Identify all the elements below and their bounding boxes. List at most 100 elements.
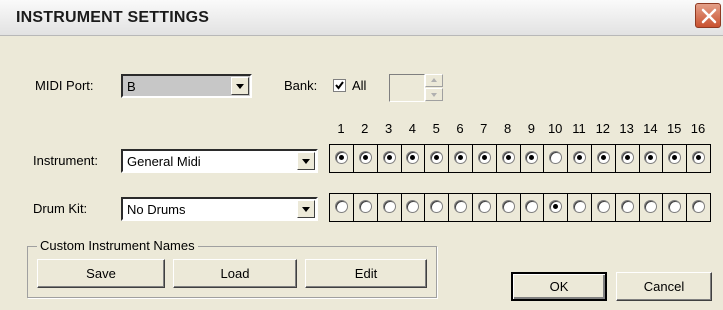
cancel-button-label: Cancel xyxy=(643,279,685,294)
save-button[interactable]: Save xyxy=(37,259,165,288)
instrument-channel-radio-14[interactable] xyxy=(644,151,658,164)
bank-all-checkbox[interactable] xyxy=(333,79,346,92)
instrument-channel-radio-13[interactable] xyxy=(620,151,634,164)
channel-number: 8 xyxy=(503,121,512,136)
drum-kit-channel-radio-5[interactable] xyxy=(430,200,444,213)
bank-all-label: All xyxy=(352,78,367,93)
drum-kit-channel-cell xyxy=(354,194,378,221)
drum-kit-channel-cell xyxy=(663,194,688,221)
instrument-channel-cell xyxy=(425,145,450,172)
ok-button[interactable]: OK xyxy=(511,272,607,301)
drum-kit-channel-cell xyxy=(568,194,592,221)
save-button-label: Save xyxy=(86,266,116,281)
drum-kit-channel-radio-13[interactable] xyxy=(620,200,634,213)
instrument-channel-cell xyxy=(687,145,711,172)
drum-kit-channel-radio-3[interactable] xyxy=(382,200,396,213)
channel-number: 9 xyxy=(527,121,535,136)
drum-kit-channel-radio-8[interactable] xyxy=(501,200,515,213)
edit-button-label: Edit xyxy=(354,266,378,281)
instrument-channel-radio-16[interactable] xyxy=(692,151,705,164)
drum-kit-channel-radio-9[interactable] xyxy=(525,200,539,213)
drum-kit-channel-cell xyxy=(473,194,497,221)
instrument-channel-radio-7[interactable] xyxy=(477,151,491,164)
drum-kit-channel-radio-11[interactable] xyxy=(573,200,586,213)
load-button[interactable]: Load xyxy=(173,259,297,288)
bank-spinner[interactable] xyxy=(425,74,443,102)
custom-names-legend: Custom Instrument Names xyxy=(37,238,198,253)
instrument-channel-radio-11[interactable] xyxy=(573,151,586,164)
instrument-channel-cell xyxy=(354,145,378,172)
chevron-down-icon[interactable] xyxy=(231,77,249,95)
drum-kit-channel-cell xyxy=(520,194,545,221)
drum-kit-channel-radio-15[interactable] xyxy=(668,200,682,213)
drum-kit-channel-cell xyxy=(687,194,711,221)
checkmark-icon xyxy=(335,81,344,90)
spin-up-icon[interactable] xyxy=(425,74,443,87)
drum-kit-channel-cell xyxy=(378,194,402,221)
drum-kit-value: No Drums xyxy=(127,202,186,217)
drum-kit-channel-radio-2[interactable] xyxy=(358,200,372,213)
channel-number: 5 xyxy=(432,121,440,136)
load-button-label: Load xyxy=(220,266,250,281)
drum-kit-channel-radio-1[interactable] xyxy=(335,200,348,213)
channel-number: 14 xyxy=(643,121,658,136)
channel-number: 16 xyxy=(690,121,706,136)
instrument-channel-radio-10[interactable] xyxy=(549,151,563,164)
instrument-select[interactable]: General Midi xyxy=(121,149,318,173)
instrument-channel-cell xyxy=(544,145,569,172)
channel-number: 7 xyxy=(480,121,488,136)
midi-port-select[interactable]: B xyxy=(121,74,252,98)
drum-kit-channel-cell xyxy=(639,194,664,221)
instrument-channel-cell xyxy=(663,145,688,172)
close-button[interactable] xyxy=(695,3,721,28)
instrument-channel-radio-3[interactable] xyxy=(382,151,396,164)
instrument-channel-cell xyxy=(520,145,545,172)
instrument-channel-cell xyxy=(330,145,354,172)
drum-kit-channel-radio-6[interactable] xyxy=(454,200,467,213)
drum-kit-channel-cell xyxy=(401,194,426,221)
cancel-button[interactable]: Cancel xyxy=(616,272,712,301)
drum-kit-channel-cell xyxy=(592,194,616,221)
instrument-settings-dialog: INSTRUMENT SETTINGS MIDI Port: B Bank: A… xyxy=(0,0,723,310)
drum-kit-channel-radio-7[interactable] xyxy=(477,200,491,213)
drum-kit-channel-radio-4[interactable] xyxy=(406,200,420,213)
chevron-down-icon[interactable] xyxy=(297,200,315,218)
window-title: INSTRUMENT SETTINGS xyxy=(16,9,210,26)
midi-port-value: B xyxy=(127,79,136,94)
edit-button[interactable]: Edit xyxy=(305,259,427,288)
bank-number-field[interactable] xyxy=(389,74,425,102)
drum-kit-channel-cell xyxy=(497,194,521,221)
instrument-channel-cell xyxy=(378,145,402,172)
close-icon xyxy=(701,8,717,24)
drum-kit-select[interactable]: No Drums xyxy=(121,197,318,221)
ok-button-label: OK xyxy=(549,279,569,294)
instrument-channel-cell xyxy=(449,145,473,172)
instrument-channel-radio-15[interactable] xyxy=(668,151,682,164)
chevron-down-icon[interactable] xyxy=(297,152,315,170)
spin-down-icon[interactable] xyxy=(425,88,443,101)
instrument-channel-radio-9[interactable] xyxy=(525,151,539,164)
drum-kit-channel-radio-16[interactable] xyxy=(692,200,705,213)
instrument-channel-radio-6[interactable] xyxy=(454,151,467,164)
instrument-channel-radio-4[interactable] xyxy=(406,151,420,164)
title-bar[interactable]: INSTRUMENT SETTINGS xyxy=(0,0,723,36)
channel-number: 1 xyxy=(337,121,345,136)
drum-kit-channel-radio-10[interactable] xyxy=(549,200,563,213)
instrument-label: Instrument: xyxy=(33,153,99,168)
bank-label: Bank: xyxy=(284,78,318,93)
instrument-channel-radio-12[interactable] xyxy=(596,151,610,164)
channel-number: 3 xyxy=(384,121,393,136)
drum-kit-channel-grid xyxy=(329,193,711,222)
drum-kit-channel-radio-12[interactable] xyxy=(596,200,610,213)
instrument-channel-cell xyxy=(568,145,592,172)
instrument-channel-radio-1[interactable] xyxy=(335,151,348,164)
instrument-channel-radio-2[interactable] xyxy=(358,151,372,164)
instrument-channel-grid xyxy=(329,144,711,173)
drum-kit-channel-radio-14[interactable] xyxy=(644,200,658,213)
instrument-channel-cell xyxy=(401,145,426,172)
drum-kit-channel-cell xyxy=(330,194,354,221)
channel-number: 4 xyxy=(408,121,416,136)
drum-kit-channel-cell xyxy=(616,194,640,221)
instrument-channel-radio-5[interactable] xyxy=(430,151,444,164)
instrument-channel-radio-8[interactable] xyxy=(501,151,515,164)
